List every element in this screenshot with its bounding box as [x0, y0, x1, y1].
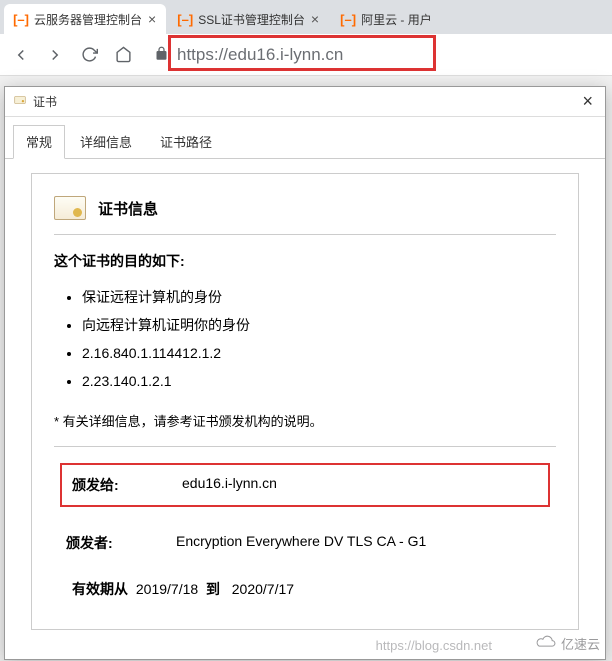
browser-tab-2[interactable]: [–] SSL证书管理控制台 × — [168, 4, 329, 34]
tab-title: 云服务器管理控制台 — [34, 11, 142, 28]
aliyun-favicon-icon: [–] — [341, 12, 355, 26]
issued-to-row: 颁发给: edu16.i-lynn.cn — [62, 465, 548, 505]
valid-to-value: 2020/7/17 — [232, 581, 294, 597]
lock-icon[interactable] — [154, 46, 169, 64]
issued-to-value: edu16.i-lynn.cn — [182, 475, 538, 495]
forward-button[interactable] — [42, 42, 68, 68]
tab-details[interactable]: 详细信息 — [67, 125, 145, 158]
dialog-close-button[interactable]: × — [578, 91, 597, 112]
aliyun-favicon-icon: [–] — [178, 12, 192, 26]
tab-general[interactable]: 常规 — [13, 125, 65, 159]
issuer-row: 颁发者: Encryption Everywhere DV TLS CA - G… — [54, 521, 556, 565]
certificate-body: 证书信息 这个证书的目的如下: 保证远程计算机的身份 向远程计算机证明你的身份 … — [31, 173, 579, 630]
purpose-title: 这个证书的目的如下: — [54, 251, 556, 271]
cert-authority-note: * 有关详细信息，请参考证书颁发机构的说明。 — [54, 411, 556, 430]
purpose-item: 2.23.140.1.2.1 — [82, 367, 556, 395]
reload-button[interactable] — [76, 42, 102, 68]
browser-tab-3[interactable]: [–] 阿里云 - 用户 — [331, 4, 442, 34]
issued-to-label: 颁发给: — [72, 475, 152, 495]
watermark-brand: 亿速云 — [535, 634, 600, 653]
purpose-item: 保证远程计算机的身份 — [82, 283, 556, 311]
home-button[interactable] — [110, 42, 136, 68]
url-scheme: https:// — [177, 45, 228, 64]
url-host: edu16.i-lynn.cn — [228, 45, 343, 64]
valid-to-label: 到 — [206, 581, 220, 597]
annotation-highlight-box: 颁发给: edu16.i-lynn.cn — [60, 463, 550, 507]
browser-navbar: https://edu16.i-lynn.cn — [0, 34, 612, 76]
tab-close-icon[interactable]: × — [148, 11, 156, 27]
browser-tab-strip: [–] 云服务器管理控制台 × [–] SSL证书管理控制台 × [–] 阿里云… — [0, 0, 612, 34]
certificate-dialog: 证书 × 常规 详细信息 证书路径 证书信息 这个证书的目的如下: 保证远程计算… — [4, 86, 606, 660]
url-text: https://edu16.i-lynn.cn — [177, 45, 343, 65]
dialog-titlebar: 证书 × — [5, 87, 605, 117]
issuer-value: Encryption Everywhere DV TLS CA - G1 — [176, 533, 544, 553]
purpose-item: 2.16.840.1.114412.1.2 — [82, 339, 556, 367]
back-button[interactable] — [8, 42, 34, 68]
issuer-label: 颁发者: — [66, 533, 146, 553]
divider — [54, 446, 556, 447]
validity-row: 有效期从 2019/7/18 到 2020/7/17 — [54, 565, 556, 599]
certificate-tabs: 常规 详细信息 证书路径 — [5, 117, 605, 159]
address-bar[interactable]: https://edu16.i-lynn.cn — [144, 41, 604, 69]
watermark-url: https://blog.csdn.net — [376, 638, 492, 653]
tab-close-icon[interactable]: × — [311, 11, 319, 27]
tab-title: 阿里云 - 用户 — [361, 11, 432, 28]
purpose-list: 保证远程计算机的身份 向远程计算机证明你的身份 2.16.840.1.11441… — [54, 283, 556, 395]
certificate-icon — [54, 196, 86, 220]
tab-title: SSL证书管理控制台 — [198, 11, 305, 28]
dialog-title: 证书 — [33, 93, 57, 110]
valid-from-value: 2019/7/18 — [136, 581, 198, 597]
valid-from-label: 有效期从 — [72, 581, 128, 597]
divider — [54, 234, 556, 235]
browser-tab-1[interactable]: [–] 云服务器管理控制台 × — [4, 4, 166, 34]
cert-info-header: 证书信息 — [98, 198, 158, 219]
certificate-titlebar-icon — [13, 93, 27, 110]
tab-cert-path[interactable]: 证书路径 — [147, 125, 225, 158]
watermark-brand-text: 亿速云 — [561, 634, 600, 653]
purpose-item: 向远程计算机证明你的身份 — [82, 311, 556, 339]
aliyun-favicon-icon: [–] — [14, 12, 28, 26]
cloud-icon — [535, 635, 557, 652]
